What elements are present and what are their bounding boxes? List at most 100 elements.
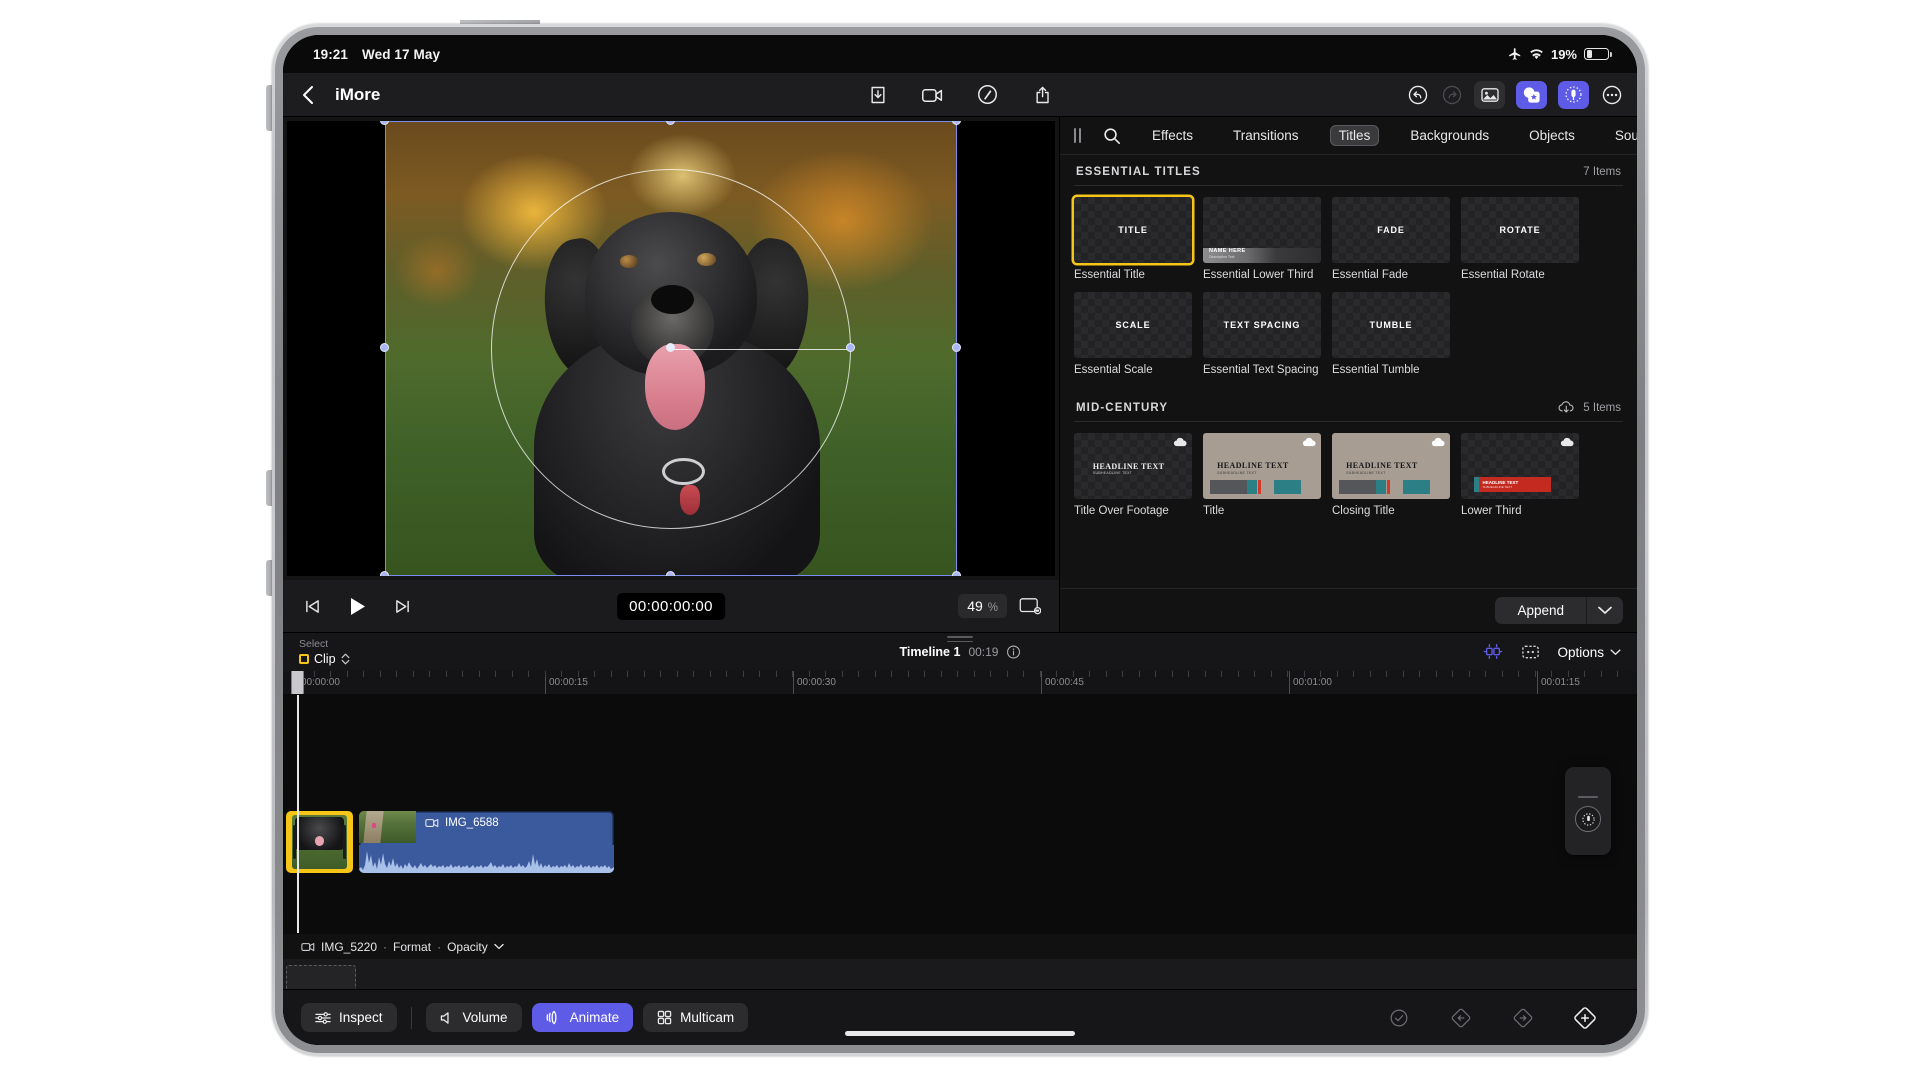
cloud-download-icon[interactable] — [1558, 401, 1575, 414]
title-item-essential-scale[interactable]: SCALE Essential Scale — [1074, 292, 1192, 376]
cloud-download-icon[interactable] — [1560, 437, 1575, 448]
clip-settings-icon[interactable] — [1520, 642, 1541, 662]
timeline-clip-img6588[interactable]: IMG_6588 — [359, 811, 614, 873]
ruler-tick — [528, 671, 529, 677]
cloud-download-icon[interactable] — [1302, 437, 1317, 448]
trim-tool-icon[interactable] — [1482, 642, 1504, 662]
clip-meta-bar[interactable]: IMG_5220 · Format · Opacity — [283, 933, 1637, 959]
redo-icon[interactable] — [1440, 83, 1463, 106]
transform-handle-bottom-right[interactable] — [952, 571, 961, 576]
more-options-icon[interactable] — [1600, 83, 1623, 106]
keyframe-check-icon[interactable] — [1387, 1006, 1411, 1030]
transform-handle-bottom-center[interactable] — [666, 571, 675, 576]
skip-to-start-icon[interactable] — [301, 595, 323, 617]
keyframe-previous-icon[interactable] — [1449, 1006, 1473, 1030]
timeline-playhead[interactable] — [291, 671, 304, 694]
tab-objects[interactable]: Objects — [1520, 125, 1584, 146]
title-item-essential-lower-third[interactable]: NAME HERE Description Text Essential Lowe… — [1203, 197, 1321, 281]
timeline-tracks-area[interactable]: IMG_6588 — [283, 695, 1637, 933]
transform-handle-mid-left[interactable] — [380, 343, 389, 352]
effects-browser-icon[interactable] — [1516, 80, 1547, 109]
ruler-tick — [693, 671, 694, 677]
lower-third-red-bar: HEADLINE TEXT SUBHEADLINE TEXT — [1477, 476, 1551, 493]
title-item-essential-tumble[interactable]: TUMBLE Essential Tumble — [1332, 292, 1450, 376]
volume-button[interactable]: Volume — [425, 1003, 522, 1032]
skip-to-end-icon[interactable] — [391, 595, 413, 617]
animate-button[interactable]: Animate — [531, 1003, 634, 1032]
clip-trim-handle-right[interactable] — [343, 825, 346, 859]
timeline-resize-grabber[interactable] — [947, 636, 973, 645]
multicam-button[interactable]: Multicam — [643, 1003, 749, 1032]
title-item-closing-title[interactable]: HEADLINE TEXT SUBHEADLINE TEXT Closing T… — [1332, 433, 1450, 517]
zoom-level-control[interactable]: 49 % — [958, 594, 1007, 618]
tab-soundtracks[interactable]: Soundtracks — [1606, 125, 1637, 146]
video-preview-canvas[interactable] — [287, 121, 1055, 576]
import-icon[interactable] — [866, 83, 889, 106]
title-item-title[interactable]: HEADLINE TEXT SUBHEADLINE TEXT Title — [1203, 433, 1321, 517]
keyframe-add-icon[interactable] — [1573, 1006, 1597, 1030]
share-icon[interactable] — [1031, 83, 1054, 106]
timecode-display[interactable]: 00:00:00:00 — [617, 592, 725, 620]
selection-mode-control[interactable]: Select Clip — [299, 638, 350, 666]
info-icon[interactable] — [1006, 645, 1020, 659]
transform-handle-bottom-left[interactable] — [380, 571, 389, 576]
cloud-download-icon[interactable] — [1173, 437, 1188, 448]
title-item-title-over-footage[interactable]: HEADLINE TEXT SUBHEADLINE TEXT Title Ove… — [1074, 433, 1192, 517]
fit-to-screen-icon[interactable] — [1019, 595, 1041, 617]
audio-browser-icon[interactable] — [1558, 80, 1589, 109]
transform-handle-top-right[interactable] — [952, 121, 961, 125]
inspect-button[interactable]: Inspect — [301, 1003, 397, 1032]
transform-handle-center[interactable] — [666, 343, 675, 352]
battery-icon — [1584, 47, 1612, 61]
back-button[interactable] — [297, 84, 319, 106]
keyframe-next-icon[interactable] — [1511, 1006, 1535, 1030]
enhance-magic-icon[interactable] — [976, 83, 999, 106]
ruler-tick — [1353, 671, 1354, 677]
ruler-tick — [1188, 671, 1189, 677]
ruler-tick — [478, 671, 480, 677]
floating-tool-panel[interactable] — [1565, 767, 1611, 855]
title-item-essential-text-spacing[interactable]: TEXT SPACING Essential Text Spacing — [1203, 292, 1321, 376]
timeline-options-button[interactable]: Options — [1557, 645, 1621, 660]
home-indicator[interactable] — [845, 1031, 1075, 1036]
tab-backgrounds[interactable]: Backgrounds — [1401, 125, 1498, 146]
thumb-preview-text: ROTATE — [1499, 225, 1541, 235]
search-icon[interactable] — [1103, 126, 1121, 146]
ruler-tick — [1336, 671, 1338, 677]
play-icon[interactable] — [346, 595, 368, 617]
transform-rotation-handle[interactable] — [846, 343, 855, 352]
meta-param-format[interactable]: Format — [393, 940, 431, 954]
meta-chevron-down-icon[interactable] — [494, 943, 504, 950]
record-video-icon[interactable] — [921, 83, 944, 106]
timeline-ruler[interactable]: 00:00:00 00:00:15 00:00:30 00:00:45 00:0… — [283, 671, 1637, 695]
clip-trim-handle-left[interactable] — [293, 825, 296, 859]
tab-effects[interactable]: Effects — [1143, 125, 1202, 146]
tab-transitions[interactable]: Transitions — [1224, 125, 1308, 146]
append-dropdown-chevron-down-icon[interactable] — [1587, 597, 1623, 624]
animate-label: Animate — [569, 1010, 620, 1025]
ruler-tick — [1138, 671, 1140, 677]
screenshot-root: 19:21 Wed 17 May 19% iMore 00:00:00:00 4… — [0, 0, 1920, 1080]
title-item-essential-fade[interactable]: FADE Essential Fade — [1332, 197, 1450, 281]
ruler-tick — [742, 671, 744, 677]
jog-wheel-icon[interactable] — [1575, 806, 1601, 833]
panel-grip-handle[interactable] — [1074, 128, 1081, 143]
cloud-download-icon[interactable] — [1431, 437, 1446, 448]
title-item-essential-rotate[interactable]: ROTATE Essential Rotate — [1461, 197, 1579, 281]
ruler-tick — [676, 671, 678, 677]
title-item-label: Essential Fade — [1332, 269, 1409, 281]
title-item-essential-title[interactable]: TITLE Essential Title — [1074, 197, 1192, 281]
timeline-playhead-line — [297, 695, 299, 933]
ruler-tick — [1369, 671, 1371, 677]
tab-titles[interactable]: Titles — [1329, 125, 1380, 146]
title-item-lower-third[interactable]: HEADLINE TEXT SUBHEADLINE TEXT Lower Thi… — [1461, 433, 1579, 517]
media-browser-icon[interactable] — [1474, 80, 1505, 109]
transform-handle-mid-right[interactable] — [952, 343, 961, 352]
selection-mode-value-button[interactable]: Clip — [299, 652, 350, 666]
undo-icon[interactable] — [1406, 83, 1429, 106]
page-title: iMore — [335, 84, 381, 104]
ruler-tick — [726, 671, 727, 677]
meta-param-opacity[interactable]: Opacity — [447, 940, 488, 954]
section-header-essential-titles: ESSENTIAL TITLES 7 Items — [1074, 155, 1623, 186]
append-button[interactable]: Append — [1495, 597, 1587, 624]
